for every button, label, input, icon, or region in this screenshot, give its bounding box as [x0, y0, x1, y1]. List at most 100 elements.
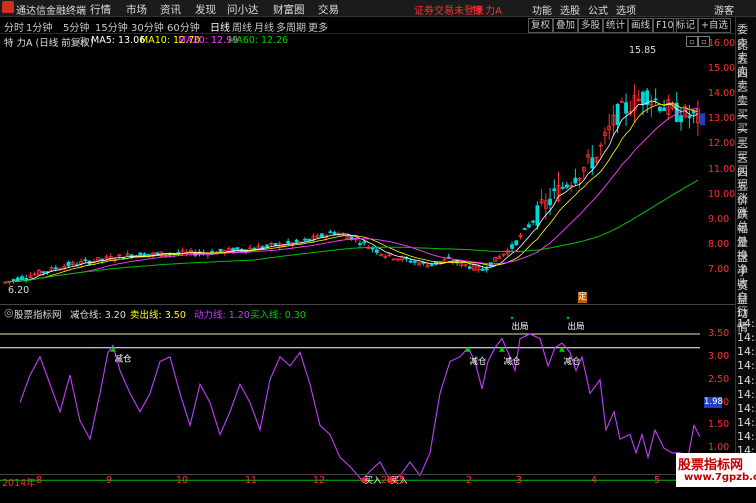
period-month[interactable]: 月线 [254, 19, 274, 34]
candle-body [146, 254, 151, 256]
candle-body [252, 247, 257, 250]
menu-jiaoyi[interactable]: 交易 [318, 2, 339, 17]
indicator-tick-label: 1.50 [708, 419, 730, 431]
period-toolbar: 分时 1分钟 5分钟 15分钟 30分钟 60分钟 日线 周线 月线 多周期 更… [0, 17, 756, 34]
candle-body [231, 248, 236, 253]
candle-body [374, 249, 379, 253]
candle-body [412, 260, 417, 263]
candle-body [615, 103, 620, 125]
indicator-tick-label: 3.50 [708, 328, 730, 339]
candle-body [155, 252, 160, 255]
candle-body [362, 241, 367, 244]
side-panel-item[interactable]: 14:5 [737, 331, 756, 344]
side-panel-item[interactable]: 14:5 [737, 388, 756, 401]
date-tick-label: 5 [654, 475, 661, 486]
side-panel-item[interactable]: 14:5 [737, 416, 756, 429]
candle-body [531, 220, 536, 223]
candle-body [429, 264, 434, 266]
date-tick-label: 11 [245, 475, 258, 486]
price-tick-label: 16.00 [708, 38, 736, 49]
candle-body [514, 240, 519, 246]
guest-button[interactable]: 游客 [714, 2, 734, 17]
menu-gongneng[interactable]: 功能 [532, 2, 552, 17]
date-tick-label: 3 [516, 475, 523, 486]
period-5min[interactable]: 5分钟 [63, 19, 89, 34]
candle-body [260, 246, 265, 249]
candle-body [332, 232, 337, 235]
exit-annotation: 出局 [511, 321, 528, 332]
reduce-annotation: 减仓 [469, 356, 487, 367]
reduce-annotation: 减仓 [563, 356, 581, 367]
price-tick-label: 15.00 [708, 63, 736, 75]
candlestick-chart[interactable] [0, 46, 735, 304]
candle-body [679, 115, 683, 123]
candle-body [286, 241, 291, 244]
menu-xuanxiang[interactable]: 选项 [616, 2, 636, 17]
menu-gongshi[interactable]: 公式 [588, 2, 608, 17]
candle-body [510, 244, 514, 249]
candle-body [641, 91, 645, 105]
high-price-mark: 15.85 [629, 45, 657, 56]
candle-body [307, 238, 312, 241]
watermark-title: 股票指标网 [678, 458, 744, 473]
period-multi[interactable]: 多周期 [276, 19, 306, 34]
ma5-label: MA5: 13.06 [91, 35, 146, 46]
period-fenshi[interactable]: 分时 [4, 19, 24, 34]
overlay-button[interactable]: 叠加 [553, 18, 579, 33]
side-panel-item[interactable]: 14:5 [737, 402, 756, 415]
ma60-label: MA60: 12.26 [228, 35, 289, 46]
date-tick-label: 10 [176, 475, 189, 486]
price-tick-label: 7.00 [708, 263, 730, 275]
candle-body [408, 260, 413, 263]
menu-xuangu[interactable]: 选股 [560, 2, 580, 17]
reduce-annotation: 减仓 [503, 356, 521, 367]
low-price-mark: 6.20 [8, 285, 30, 296]
menu-shichang[interactable]: 市场 [126, 2, 147, 17]
menu-zixun[interactable]: 资讯 [160, 2, 181, 17]
candle-body [527, 224, 531, 228]
side-panel-item[interactable]: 14:5 [737, 430, 756, 443]
menu-faxian[interactable]: 发现 [195, 2, 216, 17]
period-more[interactable]: 更多 [308, 19, 328, 34]
candle-body [662, 107, 666, 112]
fuquan-button[interactable]: 复权 [528, 18, 554, 33]
side-panel-item[interactable]: 14:5 [737, 359, 756, 372]
period-day[interactable]: 日线 [210, 19, 230, 34]
ding-badge[interactable]: 定 [578, 292, 587, 303]
candle-body [624, 102, 628, 114]
mark-button[interactable]: 标记 [673, 18, 699, 33]
candle-body [53, 267, 58, 270]
date-tick-label: 8 [36, 475, 43, 486]
candle-body [687, 115, 692, 119]
side-panel-item[interactable]: 14:5 [737, 317, 756, 330]
add-favorite-button[interactable]: +自选 [698, 18, 731, 33]
menu-caifuquan[interactable]: 财富圈 [273, 2, 305, 17]
candle-body [235, 247, 240, 250]
period-30min[interactable]: 30分钟 [131, 19, 164, 34]
side-panel-item[interactable]: 14:5 [737, 345, 756, 358]
candle-body [467, 266, 472, 269]
candle-body [691, 110, 696, 114]
period-1min[interactable]: 1分钟 [26, 19, 52, 34]
candle-body [590, 157, 595, 169]
stats-button[interactable]: 统计 [603, 18, 629, 33]
indicator-tick-label: 3.00 [708, 350, 730, 362]
candle-body [20, 276, 24, 281]
candle-body [552, 188, 557, 192]
menu-wenxiaoda[interactable]: 问小达 [227, 2, 259, 17]
period-60min[interactable]: 60分钟 [167, 19, 200, 34]
watermark-logo: 股票指标网 www.7gpzb.com [676, 453, 756, 487]
price-tick-label: 12.00 [708, 138, 736, 150]
menu-hangqing[interactable]: 行情 [90, 2, 111, 17]
multi-stock-button[interactable]: 多股 [578, 18, 604, 33]
side-panel-item[interactable]: 14:5 [737, 374, 756, 387]
app-title: 通达信金融终端 [16, 6, 86, 17]
date-axis: 2014年 8 9 10 11 12 2015 2 3 4 5 [0, 474, 700, 489]
candle-body [522, 228, 527, 230]
date-tick-label: 12 [313, 475, 326, 486]
period-week[interactable]: 周线 [232, 19, 252, 34]
period-15min[interactable]: 15分钟 [95, 19, 128, 34]
draw-button[interactable]: 画线 [628, 18, 654, 33]
candle-body [303, 238, 307, 241]
candle-body [265, 244, 269, 247]
